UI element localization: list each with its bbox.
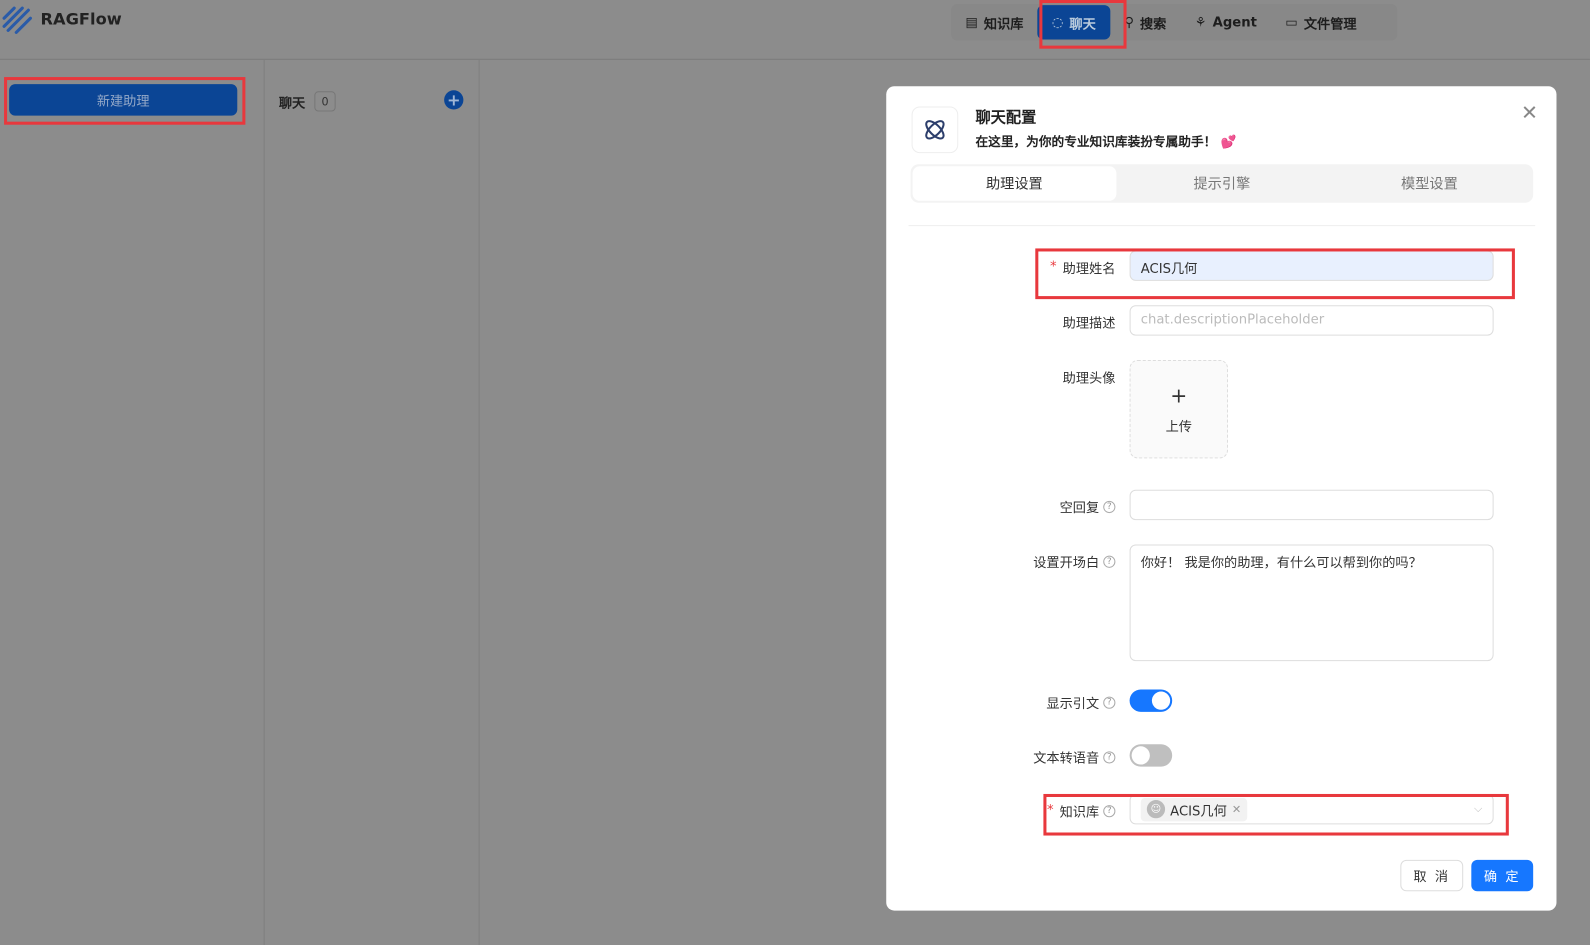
highlight-box xyxy=(4,77,246,125)
label-text: 空回复 xyxy=(1059,500,1100,517)
top-nav: ▤ 知识库 ◌ 聊天 ⚲ 搜索 ⚘ Agent ▭ 文件管理 xyxy=(951,4,1398,41)
cancel-button[interactable]: 取 消 xyxy=(1400,859,1464,892)
highlight-box xyxy=(1039,0,1127,49)
plus-icon: + xyxy=(1170,383,1188,408)
opener-label: 设置开场白? xyxy=(1033,552,1116,571)
toggle-knob xyxy=(1131,746,1150,765)
brand-name: RAGFlow xyxy=(40,9,122,29)
divider xyxy=(0,58,1590,60)
modal-subtitle: 在这里，为你的专业知识库装扮专属助手！ 💕 xyxy=(975,131,1236,150)
folder-icon: ▭ xyxy=(1285,14,1298,30)
help-icon[interactable]: ? xyxy=(1103,696,1116,709)
confirm-button[interactable]: 确 定 xyxy=(1471,859,1534,892)
description-label: 助理描述 xyxy=(1062,316,1116,332)
avatar-label: 助理头像 xyxy=(1062,371,1116,387)
nav-label: 文件管理 xyxy=(1303,16,1357,32)
help-icon[interactable]: ? xyxy=(1103,555,1116,568)
show-quote-label: 显示引文? xyxy=(1046,693,1116,712)
toggle-knob xyxy=(1151,691,1171,710)
nav-knowledge-base[interactable]: ▤ 知识库 xyxy=(951,5,1038,39)
agent-icon: ⚘ xyxy=(1194,14,1207,30)
database-icon: ▤ xyxy=(965,14,978,30)
divider xyxy=(478,59,480,945)
chat-config-modal: 聊天配置 在这里，为你的专业知识库装扮专属助手！ 💕 ✕ 助理设置 提示引擎 模… xyxy=(886,86,1557,911)
opener-textarea[interactable]: 你好！ 我是你的助理，有什么可以帮到你的吗？ xyxy=(1129,544,1494,662)
nav-label: 知识库 xyxy=(983,16,1024,32)
divider xyxy=(908,225,1536,227)
empty-response-input[interactable] xyxy=(1129,489,1494,521)
tab-prompt-engine[interactable]: 提示引擎 xyxy=(1120,166,1323,200)
modal-tabs: 助理设置 提示引擎 模型设置 xyxy=(910,164,1534,203)
add-chat-button[interactable]: + xyxy=(444,90,464,110)
modal-title: 聊天配置 xyxy=(975,108,1037,127)
nav-label: 搜索 xyxy=(1139,16,1167,32)
avatar-upload-button[interactable]: + 上传 xyxy=(1129,359,1228,459)
highlight-box xyxy=(1035,248,1515,300)
tts-toggle[interactable] xyxy=(1129,744,1173,767)
label-text: 文本转语音 xyxy=(1033,751,1100,767)
highlight-box xyxy=(1043,793,1509,836)
tts-label: 文本转语音? xyxy=(1033,747,1116,767)
label-text: 显示引文 xyxy=(1046,696,1100,712)
label-text: 设置开场白 xyxy=(1033,555,1100,571)
show-quote-toggle[interactable] xyxy=(1129,689,1173,712)
nav-agent[interactable]: ⚘ Agent xyxy=(1181,5,1272,39)
help-icon[interactable]: ? xyxy=(1103,500,1116,513)
hearts-icon: 💕 xyxy=(1220,133,1237,150)
nav-file-management[interactable]: ▭ 文件管理 xyxy=(1271,5,1371,39)
nav-label: Agent xyxy=(1212,14,1257,30)
chat-list-title: 聊天 xyxy=(278,96,306,112)
tab-assistant-settings[interactable]: 助理设置 xyxy=(912,166,1117,201)
tab-model-settings[interactable]: 模型设置 xyxy=(1328,166,1531,200)
upload-text: 上传 xyxy=(1165,419,1192,436)
close-icon[interactable]: ✕ xyxy=(1521,100,1538,124)
ragflow-logo-icon xyxy=(2,6,32,34)
atom-icon xyxy=(911,106,959,154)
divider xyxy=(263,59,265,945)
chat-count-badge: 0 xyxy=(314,91,336,112)
subtitle-text: 在这里，为你的专业知识库装扮专属助手！ xyxy=(975,133,1217,150)
empty-response-label: 空回复? xyxy=(1060,497,1116,516)
assistant-description-input[interactable]: chat.descriptionPlaceholder xyxy=(1129,305,1494,336)
help-icon[interactable]: ? xyxy=(1103,750,1116,764)
